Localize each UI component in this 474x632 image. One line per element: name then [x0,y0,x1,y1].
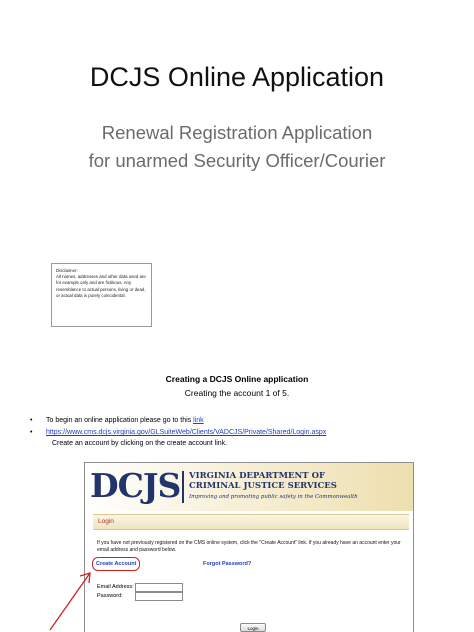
email-field[interactable] [135,583,183,592]
login-page-screenshot: DCJS VIRGINIA DEPARTMENT OF CRIMINAL JUS… [84,462,414,632]
pointer-arrow-icon [49,572,91,631]
logo-divider [182,471,184,503]
section-step: Creating the account 1 of 5. [184,388,290,398]
login-header-bar: Login [93,514,409,530]
section-heading: Creating a DCJS Online application [165,374,309,384]
application-link[interactable]: link [193,417,204,424]
agency-line1: VIRGINIA DEPARTMENT OF [189,471,326,481]
instruction-prefix: To begin an online application please go… [46,417,194,424]
login-title: Login [98,518,114,525]
slide-subtitle-line2: for unarmed Security Officer/Courier [88,150,386,171]
password-field[interactable] [135,592,183,601]
agency-tagline: Improving and promoting public safety in… [189,494,358,500]
dcjs-logo: DCJS [90,466,181,505]
login-url-link[interactable]: https://www.cms.dcjs.virginia.gov/GLSuit… [46,429,326,436]
login-instructions: If you have not previously registered on… [97,540,401,553]
instruction-text-3: Create an account by clicking on the cre… [52,440,228,447]
bullet-icon: • [30,429,33,436]
slide-title: DCJS Online Application [89,62,385,92]
agency-line2: CRIMINAL JUSTICE SERVICES [189,481,337,491]
dcjs-banner: DCJS VIRGINIA DEPARTMENT OF CRIMINAL JUS… [85,463,413,511]
instruction-text-2: https://www.cms.dcjs.virginia.gov/GLSuit… [46,428,326,437]
disclaimer-text: All names, addresses and other data used… [56,274,146,298]
disclaimer-box: Disclaimer: All names, addresses and oth… [51,263,152,327]
slide-subtitle-line1: Renewal Registration Application [101,122,373,143]
instruction-text-1: To begin an online application please go… [46,416,204,425]
agency-name: VIRGINIA DEPARTMENT OF CRIMINAL JUSTICE … [189,471,337,491]
login-button[interactable]: Login [240,623,266,632]
forgot-password-link[interactable]: Forgot Password? [203,561,251,567]
bullet-icon: • [30,417,33,424]
